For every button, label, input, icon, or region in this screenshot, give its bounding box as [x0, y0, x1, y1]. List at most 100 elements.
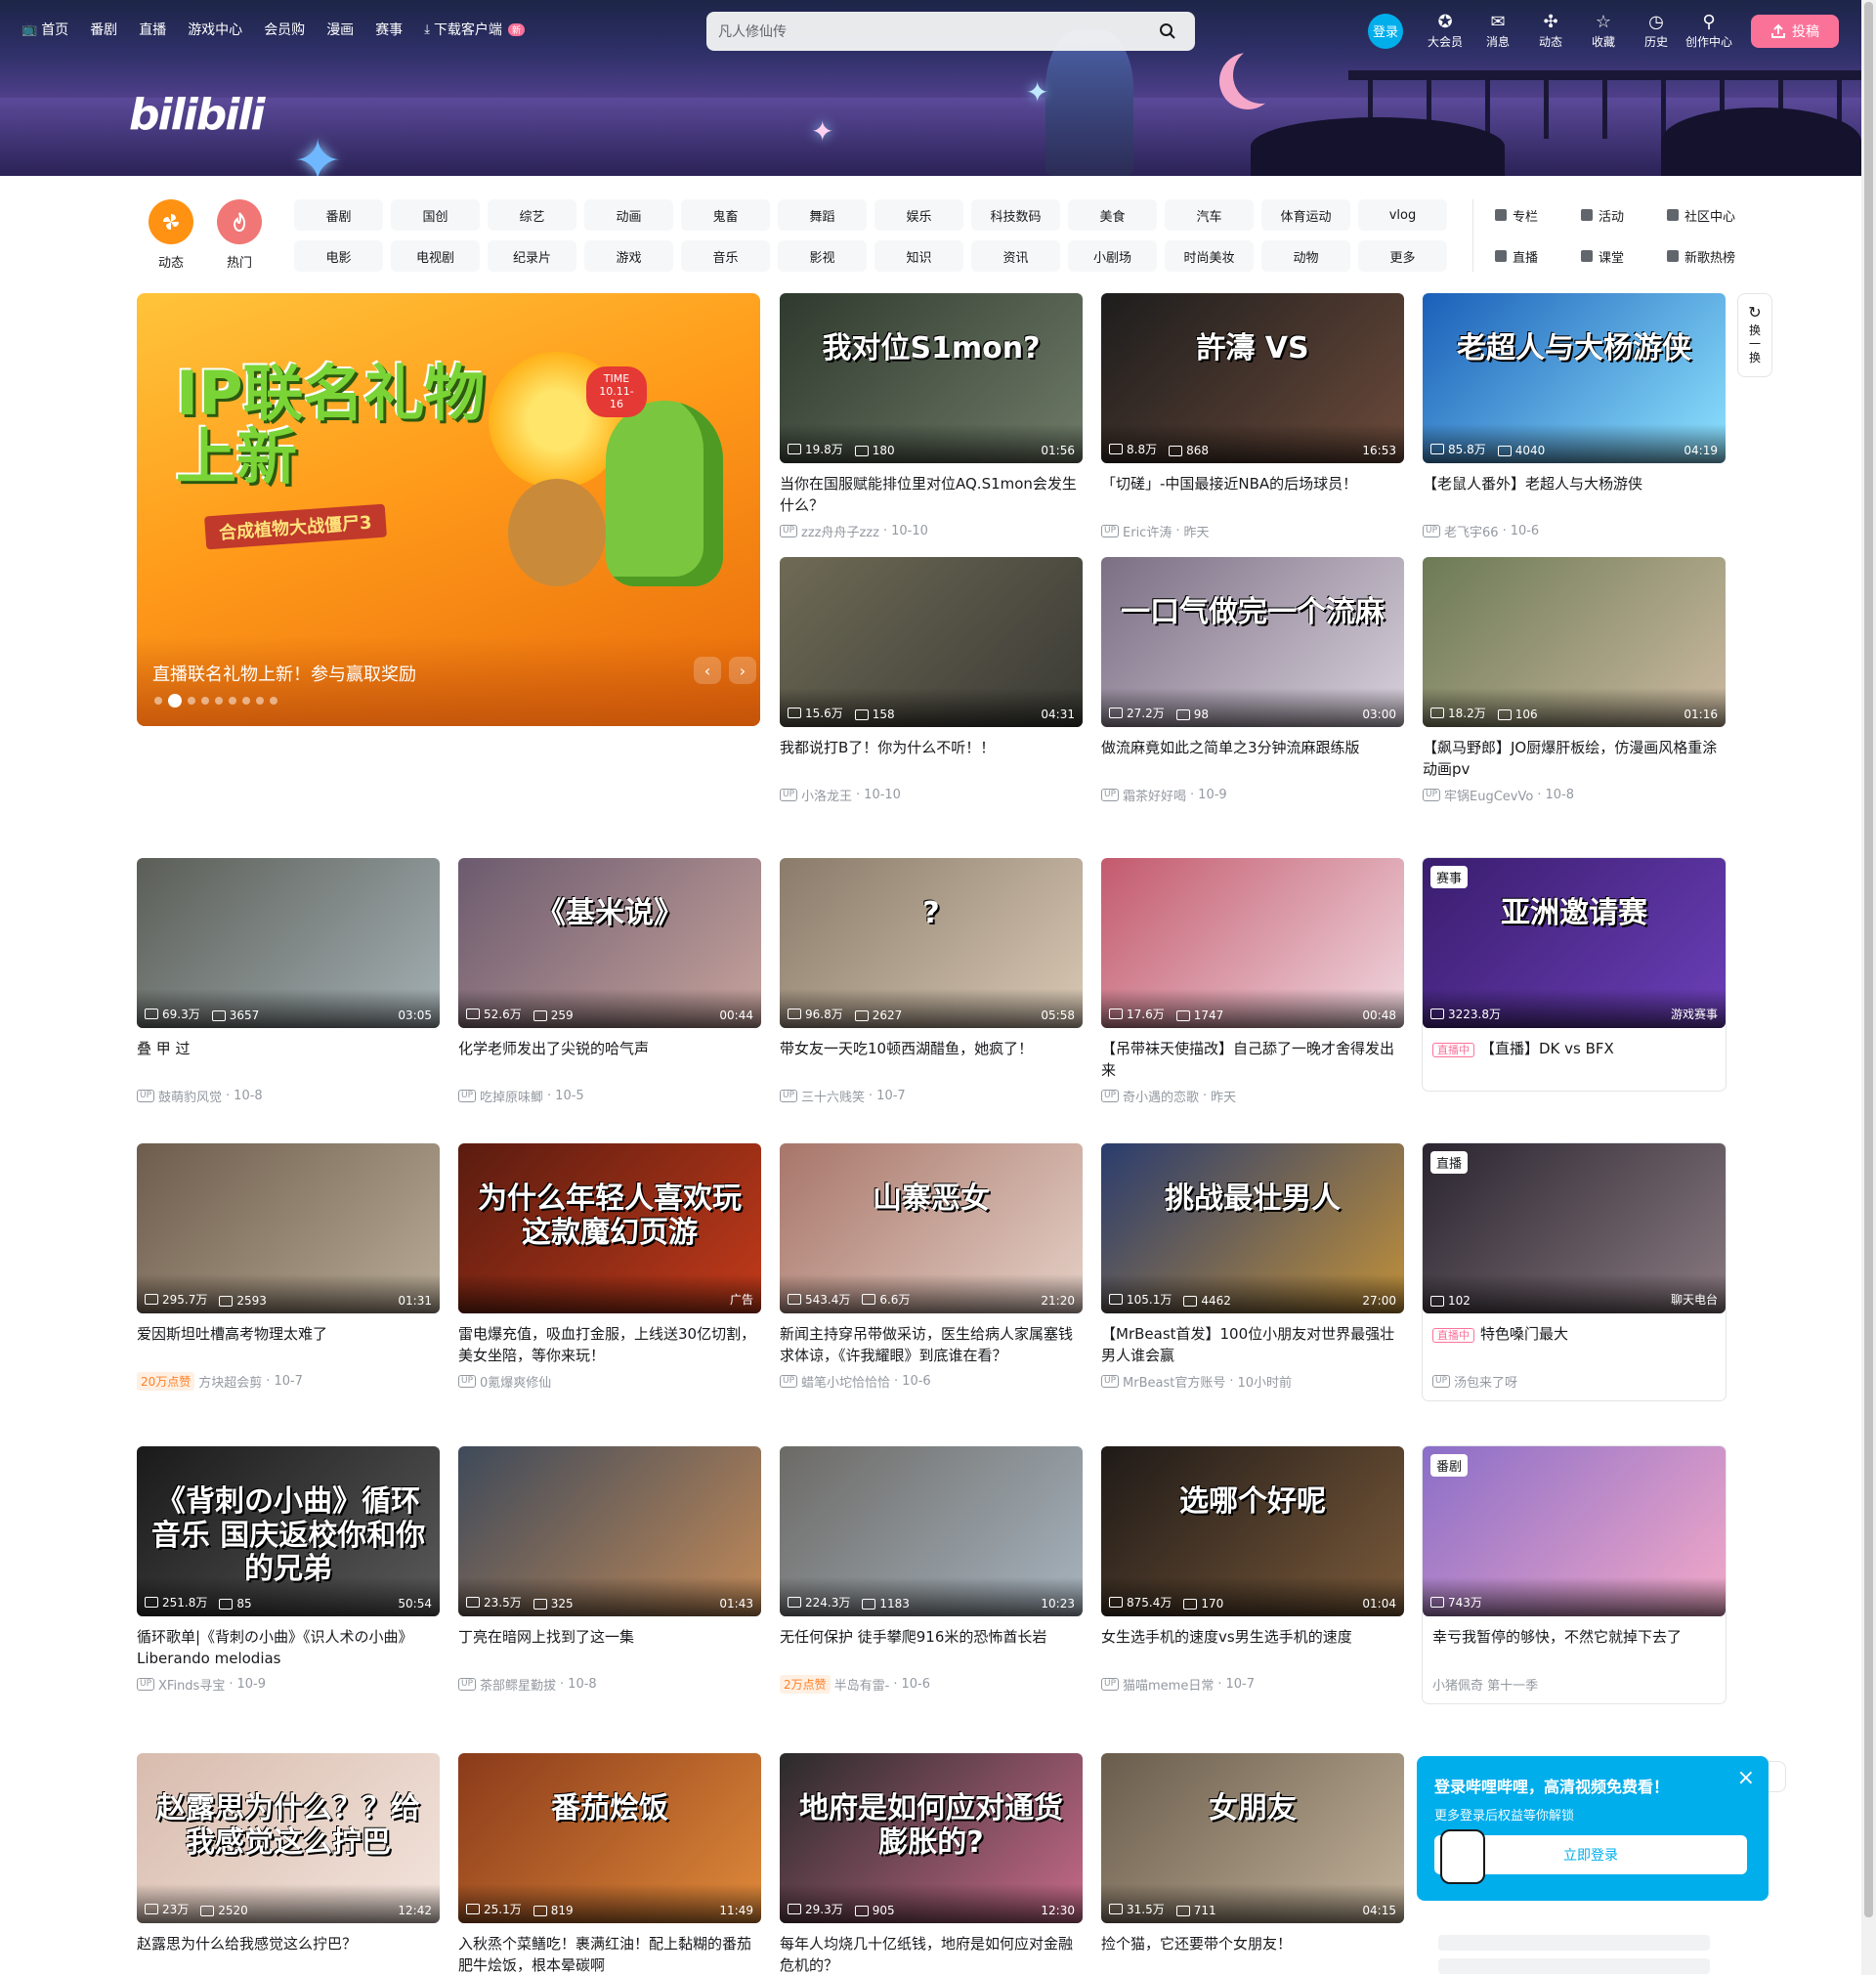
video-author[interactable]: XFinds寻宝 — [158, 1675, 225, 1694]
video-title[interactable]: 循环歌单|《背刺の小曲》《识人术の小曲》Liberando melodias — [137, 1626, 440, 1669]
video-title-text[interactable]: 「切磋」-中国最接近NBA的后场球员！ — [1101, 475, 1357, 493]
search-icon[interactable] — [1152, 16, 1183, 47]
channel-tag[interactable]: 综艺 — [488, 199, 576, 231]
channel-tag[interactable]: 音乐 — [681, 240, 770, 272]
nav-item[interactable]: ⤓ 下载客户端新 — [424, 20, 525, 39]
video-author[interactable]: 汤包来了呀 — [1454, 1372, 1517, 1391]
channel-link[interactable]: 活动 — [1581, 199, 1659, 231]
video-author[interactable]: 鼓萌豹风觉 — [158, 1087, 222, 1105]
video-title[interactable]: 【飙马野郎】JO厨爆肝板绘，仿漫画风格重涂动画pv — [1423, 737, 1726, 780]
carousel-dot[interactable] — [270, 697, 277, 705]
video-thumbnail[interactable]: 《基米说》 52.6万 259 00:44 — [458, 858, 761, 1028]
video-card[interactable]: 番茄烩饭 25.1万 819 11:49 入秋烝个菜鳝吃！裹满红油！配上黏糊的番茄肥牛烩… — [458, 1753, 761, 1975]
channel-link[interactable]: 专栏 — [1495, 199, 1573, 231]
upload-button[interactable]: 投稿 — [1751, 14, 1839, 48]
video-title[interactable]: 我都说打B了！你为什么不听！！ — [780, 737, 1083, 780]
channel-tag[interactable]: 体育运动 — [1261, 199, 1350, 231]
video-title-text[interactable]: 无任何保护 徒手攀爬916米的恐怖酋长岩 — [780, 1628, 1046, 1646]
video-author[interactable]: 吃掉原味鲫 — [480, 1087, 543, 1105]
video-thumbnail[interactable]: 《背刺の小曲》循环 音乐 国庆返校你和你的兄弟 251.8万 85 50:54 — [137, 1446, 440, 1616]
video-title[interactable]: 丁亮在暗网上找到了这一集 — [458, 1626, 761, 1669]
channel-tag[interactable]: 国创 — [391, 199, 480, 231]
video-title[interactable]: 直播中 特色嗓门最大 — [1423, 1323, 1726, 1366]
video-author[interactable]: zzz舟舟子zzz — [801, 522, 879, 540]
channel-tag[interactable]: 科技数码 — [971, 199, 1060, 231]
channel-tag[interactable]: vlog — [1358, 199, 1447, 231]
video-thumbnail[interactable]: 我对位S1mon? 19.8万 180 01:56 — [780, 293, 1083, 463]
video-title-text[interactable]: 我都说打B了！你为什么不听！！ — [780, 739, 995, 756]
video-thumbnail[interactable]: ? 96.8万 2627 05:58 — [780, 858, 1083, 1028]
channel-tag[interactable]: 影视 — [778, 240, 867, 272]
video-card[interactable]: 老超人与大杨游侠 85.8万 4040 04:19 【老鼠人番外】老超人与大杨游侠 UP 老… — [1423, 293, 1726, 540]
channel-tag[interactable]: 鬼畜 — [681, 199, 770, 231]
video-author[interactable]: 0氪爆爽修仙 — [480, 1372, 551, 1391]
video-thumbnail[interactable]: 23.5万 325 01:43 — [458, 1446, 761, 1616]
video-card[interactable]: 《基米说》 52.6万 259 00:44 化学老师发出了尖锐的哈气声 UP 吃掉原味鲫 · 1… — [458, 858, 761, 1105]
video-author[interactable]: Eric许涛 — [1123, 522, 1172, 540]
video-author[interactable]: 小猪佩奇 第十一季 — [1432, 1675, 1538, 1694]
video-card[interactable]: 許濤 VS 8.8万 868 16:53 「切磋」-中国最接近NBA的后场球员！ UP Er… — [1101, 293, 1404, 540]
video-title-text[interactable]: 赵露思为什么给我感觉这么拧巴？ — [137, 1935, 357, 1953]
video-thumbnail[interactable]: 15.6万 158 04:31 — [780, 557, 1083, 727]
carousel-dot[interactable] — [188, 697, 195, 705]
video-thumbnail[interactable]: 許濤 VS 8.8万 868 16:53 — [1101, 293, 1404, 463]
video-card[interactable]: 69.3万 3657 03:05 叠 甲 过 UP 鼓萌豹风觉 · 10-8 — [137, 858, 440, 1105]
channel-link[interactable]: 新歌热榜 — [1667, 240, 1745, 272]
video-title[interactable]: 幸亏我暂停的够快，不然它就掉下去了 — [1423, 1626, 1726, 1669]
carousel-next-button[interactable]: › — [729, 657, 756, 684]
video-title[interactable]: 带女友一天吃10顿西湖醋鱼，她疯了！ — [780, 1038, 1083, 1081]
video-title[interactable]: 爱因斯坦吐槽高考物理太难了 — [137, 1323, 440, 1366]
video-title[interactable]: 入秋烝个菜鳝吃！裹满红油！配上黏糊的番茄肥牛烩饭，根本晕碳啊 — [458, 1933, 761, 1975]
channel-tag[interactable]: 动画 — [584, 199, 673, 231]
video-title-text[interactable]: 爱因斯坦吐槽高考物理太难了 — [137, 1325, 327, 1343]
channel-tag[interactable]: 动物 — [1261, 240, 1350, 272]
video-title-text[interactable]: 每年人均烧几十亿纸钱，地府是如何应对金融危机的？ — [780, 1935, 1073, 1974]
right-nav-item[interactable]: ✣ 动态 — [1524, 12, 1577, 50]
video-card[interactable]: 17.6万 1747 00:48 【吊带袜天使描改】自己舔了一晚才舍得发出来 UP 奇小遇… — [1101, 858, 1404, 1105]
video-title-text[interactable]: 女生选手机的速度vs男生选手机的速度 — [1101, 1628, 1352, 1646]
video-card[interactable]: 亚洲邀请赛 赛事 3223.8万 游戏赛事 直播中 【直播】DK vs BFX — [1423, 858, 1726, 1091]
video-thumbnail[interactable]: 老超人与大杨游侠 85.8万 4040 04:19 — [1423, 293, 1726, 463]
video-title[interactable]: 【老鼠人番外】老超人与大杨游侠 — [1423, 473, 1726, 516]
carousel-dot[interactable] — [168, 694, 182, 708]
video-title-text[interactable]: 特色嗓门最大 — [1480, 1325, 1568, 1343]
right-nav-item[interactable]: ☆ 收藏 — [1577, 12, 1630, 50]
video-card[interactable]: 295.7万 2593 01:31 爱因斯坦吐槽高考物理太难了 20万点赞 方块超会剪 · 1… — [137, 1143, 440, 1391]
channel-tag[interactable]: 知识 — [874, 240, 963, 272]
video-author[interactable]: 小洛龙王 — [801, 786, 852, 804]
video-title-text[interactable]: 化学老师发出了尖锐的哈气声 — [458, 1040, 649, 1057]
video-card[interactable]: 15.6万 158 04:31 我都说打B了！你为什么不听！！ UP 小洛龙王 · 10-10 — [780, 557, 1083, 804]
video-card[interactable]: 山寨恶女 543.4万 6.6万 21:20 新闻主持穿吊带做采访，医生给病人家属塞钱求… — [780, 1143, 1083, 1391]
video-title-text[interactable]: 【老鼠人番外】老超人与大杨游侠 — [1423, 475, 1642, 493]
video-card[interactable]: 我对位S1mon? 19.8万 180 01:56 当你在国服赋能排位里对位AQ.S1m… — [780, 293, 1083, 540]
refresh-button[interactable]: ↻ 换一换 — [1737, 293, 1772, 377]
video-title-text[interactable]: 入秋烝个菜鳝吃！裹满红油！配上黏糊的番茄肥牛烩饭，根本晕碳啊 — [458, 1935, 751, 1974]
carousel-dot[interactable] — [154, 697, 162, 705]
video-thumbnail[interactable]: 17.6万 1747 00:48 — [1101, 858, 1404, 1028]
video-title[interactable]: 雷电爆充值，吸血打金服，上线送30亿切割，美女坐陪，等你来玩！ — [458, 1323, 761, 1366]
video-title[interactable]: 无任何保护 徒手攀爬916米的恐怖酋长岩 — [780, 1626, 1083, 1669]
nav-item[interactable]: 会员购 — [264, 20, 305, 39]
video-title-text[interactable]: 新闻主持穿吊带做采访，医生给病人家属塞钱求体谅，《许我耀眼》到底谁在看？ — [780, 1325, 1073, 1364]
carousel-dot[interactable] — [201, 697, 209, 705]
video-title[interactable]: 赵露思为什么给我感觉这么拧巴？ — [137, 1933, 440, 1975]
video-author[interactable]: 茶部鳏星勤拔 — [480, 1675, 556, 1694]
video-title[interactable]: 「切磋」-中国最接近NBA的后场球员！ — [1101, 473, 1404, 516]
carousel-dot[interactable] — [256, 697, 264, 705]
dynamic-channel[interactable]: 动态 — [137, 199, 205, 271]
carousel-dot[interactable] — [242, 697, 250, 705]
video-title-text[interactable]: 叠 甲 过 — [137, 1040, 191, 1057]
video-author[interactable]: 半岛有雷- — [834, 1675, 890, 1694]
video-author[interactable]: 方块超会剪 — [198, 1372, 262, 1391]
video-card[interactable]: 一口气做完一个流麻 27.2万 98 03:00 做流麻竟如此之简单之3分钟流麻跟练版 U… — [1101, 557, 1404, 804]
channel-tag[interactable]: 娱乐 — [874, 199, 963, 231]
video-card[interactable]: 赵露思为什么？？给我感觉这么拧巴 23万 2520 12:42 赵露思为什么给我感觉这么… — [137, 1753, 440, 1975]
video-title-text[interactable]: 捡个猫，它还要带个女朋友！ — [1101, 1935, 1292, 1953]
video-title-text[interactable]: 幸亏我暂停的够快，不然它就掉下去了 — [1432, 1628, 1682, 1646]
video-title[interactable]: 做流麻竟如此之简单之3分钟流麻跟练版 — [1101, 737, 1404, 780]
video-thumbnail[interactable]: 295.7万 2593 01:31 — [137, 1143, 440, 1313]
right-nav-item[interactable]: ◷ 历史 — [1630, 12, 1683, 50]
carousel-title[interactable]: 直播联名礼物上新！参与赢取奖励 — [152, 661, 416, 686]
channel-tag[interactable]: 时尚美妆 — [1165, 240, 1254, 272]
video-thumbnail[interactable]: 女朋友 31.5万 711 04:15 — [1101, 1753, 1404, 1923]
